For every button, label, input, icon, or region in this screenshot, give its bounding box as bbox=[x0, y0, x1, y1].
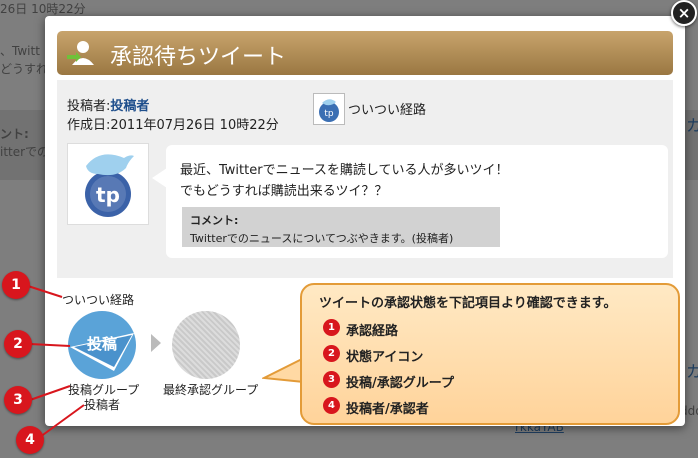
marker-4: 4 bbox=[16, 426, 44, 454]
marker-1: 1 bbox=[2, 271, 30, 299]
annotation-lines bbox=[27, 285, 85, 438]
marker-3: 3 bbox=[4, 386, 32, 414]
marker-2: 2 bbox=[4, 330, 32, 358]
